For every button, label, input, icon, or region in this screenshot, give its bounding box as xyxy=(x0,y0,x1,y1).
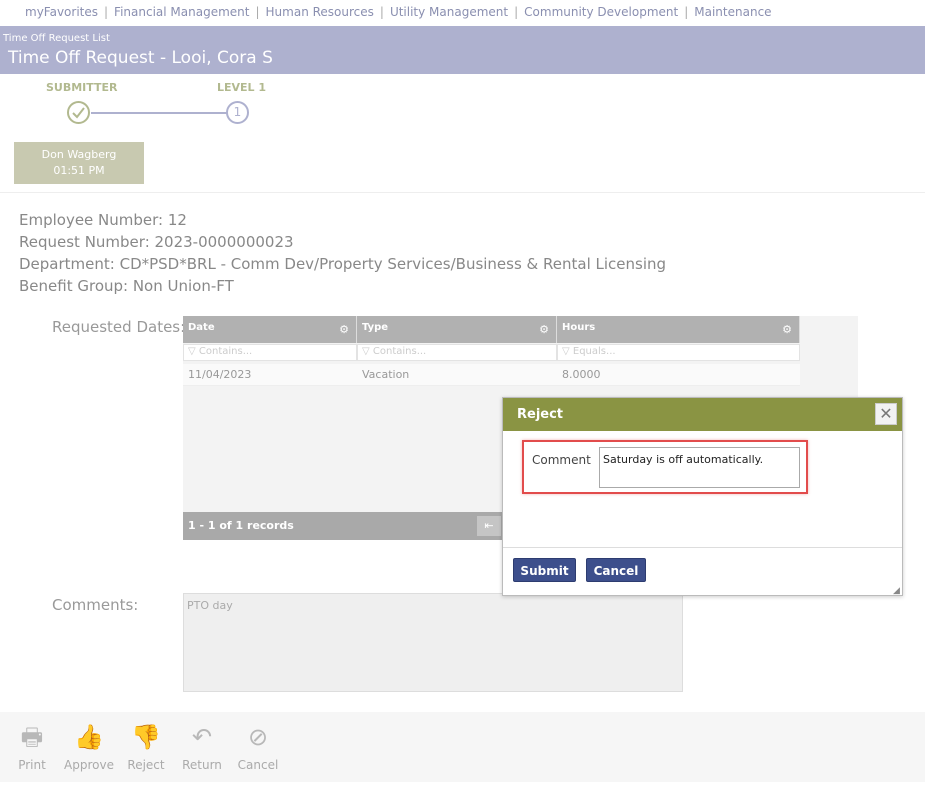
resize-grip-icon[interactable]: ◢ xyxy=(893,586,900,596)
department: Department: CD*PSD*BRL - Comm Dev/Proper… xyxy=(19,255,667,273)
employee-number: Employee Number: 12 xyxy=(19,211,187,229)
requested-dates-label: Requested Dates: xyxy=(52,318,186,336)
approver-time: 01:51 PM xyxy=(53,164,105,177)
column-header-type[interactable]: Type ⚙ xyxy=(357,316,557,343)
breadcrumb[interactable]: Time Off Request List xyxy=(3,33,110,44)
nav-items: myFavorites | Financial Management | Human R… xyxy=(25,5,772,19)
table-cell-date[interactable]: 11/04/2023 xyxy=(183,364,357,386)
column-header-label: Date xyxy=(188,322,215,333)
nav-item-utility-management[interactable]: Utility Management xyxy=(390,5,508,19)
cancel-button[interactable]: Cancel xyxy=(586,558,646,582)
return-label: Return xyxy=(182,758,222,772)
submit-button[interactable]: Submit xyxy=(513,558,576,582)
check-icon xyxy=(67,101,90,124)
close-icon[interactable]: ✕ xyxy=(875,403,897,425)
nav-item-myfavorites[interactable]: myFavorites xyxy=(25,5,98,19)
hours-filter-input[interactable]: ▽ Equals... xyxy=(557,344,800,361)
filter-placeholder: Contains... xyxy=(372,346,427,357)
divider xyxy=(0,192,925,193)
workflow-step-level1-label: LEVEL 1 xyxy=(217,81,267,94)
filter-placeholder: Equals... xyxy=(572,346,616,357)
approver-name: Don Wagberg xyxy=(41,148,117,161)
table-cell-type[interactable]: Vacation xyxy=(357,364,557,386)
benefit-group: Benefit Group: Non Union-FT xyxy=(19,277,234,295)
nav-separator: | xyxy=(514,5,519,19)
request-number: Request Number: 2023-0000000023 xyxy=(19,233,294,251)
print-button[interactable]: 🖶 Print xyxy=(8,722,56,772)
column-header-label: Type xyxy=(362,322,389,333)
type-filter-input[interactable]: ▽ Contains... xyxy=(357,344,557,361)
comment-label: Comment xyxy=(532,453,591,467)
workflow-step-number: 1 xyxy=(226,101,249,124)
approve-label: Approve xyxy=(64,758,114,772)
filter-icon: ▽ xyxy=(562,346,570,357)
dialog-header: Reject xyxy=(503,398,902,431)
gear-icon[interactable]: ⚙ xyxy=(539,323,549,336)
first-page-icon[interactable]: ⇤ xyxy=(477,516,501,536)
printer-icon: 🖶 xyxy=(20,723,44,751)
nav-separator: | xyxy=(255,5,260,19)
nav-separator: | xyxy=(104,5,109,19)
nav-item-human-resources[interactable]: Human Resources xyxy=(266,5,374,19)
thumbs-down-icon: 👎 xyxy=(131,723,161,751)
nav-item-community-development[interactable]: Community Development xyxy=(524,5,678,19)
cancel-icon: ⊘ xyxy=(247,723,269,751)
gear-icon[interactable]: ⚙ xyxy=(782,323,792,336)
reject-button[interactable]: 👎 Reject xyxy=(122,722,170,772)
comments-field[interactable]: PTO day xyxy=(183,593,683,692)
dialog-divider xyxy=(503,547,902,548)
cancel-request-button[interactable]: ⊘ Cancel xyxy=(234,722,282,772)
nav-item-financial-management[interactable]: Financial Management xyxy=(114,5,249,19)
page-title: Time Off Request - Looi, Cora S xyxy=(8,48,273,68)
workflow-connector xyxy=(91,112,227,114)
nav-separator: | xyxy=(379,5,384,19)
table-cell-hours[interactable]: 8.0000 xyxy=(557,364,800,386)
workflow-step-submitter-label: SUBMITTER xyxy=(46,81,118,94)
nav-separator: | xyxy=(684,5,689,19)
reject-label: Reject xyxy=(127,758,165,772)
dialog-title: Reject xyxy=(517,407,564,422)
thumbs-up-icon: 👍 xyxy=(74,723,104,751)
filter-icon: ▽ xyxy=(362,346,370,357)
print-label: Print xyxy=(18,758,46,772)
column-header-date[interactable]: Date ⚙ xyxy=(183,316,357,343)
gear-icon[interactable]: ⚙ xyxy=(339,323,349,336)
approver-box: Don Wagberg 01:51 PM xyxy=(14,142,144,184)
cancel-label: Cancel xyxy=(237,758,279,772)
date-filter-input[interactable]: ▽ Contains... xyxy=(183,344,357,361)
comments-label: Comments: xyxy=(52,596,139,614)
top-nav: myFavorites | Financial Management | Human R… xyxy=(0,0,925,25)
filter-placeholder: Contains... xyxy=(198,346,253,357)
nav-item-maintenance[interactable]: Maintenance xyxy=(694,5,771,19)
undo-icon: ↶ xyxy=(191,723,213,751)
column-header-label: Hours xyxy=(562,322,596,333)
comment-input[interactable]: Saturday is off automatically. xyxy=(599,447,800,488)
column-header-hours[interactable]: Hours ⚙ xyxy=(557,316,800,343)
approve-button[interactable]: 👍 Approve xyxy=(63,722,115,772)
return-button[interactable]: ↶ Return xyxy=(178,722,226,772)
filter-icon: ▽ xyxy=(188,346,196,357)
record-count: 1 - 1 of 1 records xyxy=(188,519,294,532)
